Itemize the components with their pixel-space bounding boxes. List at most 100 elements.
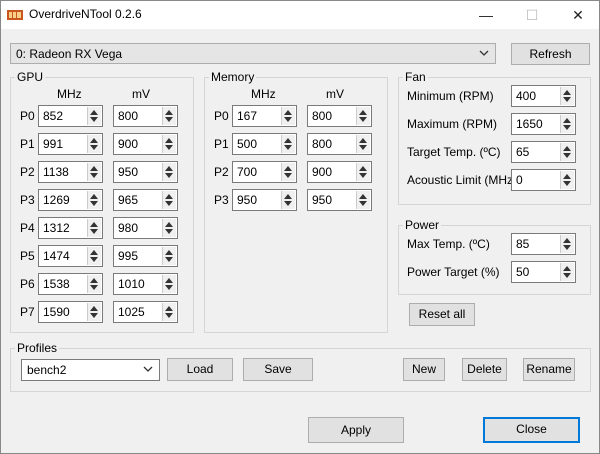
chevron-up-icon[interactable]	[90, 278, 98, 283]
power-setting-1-input[interactable]: 50	[511, 261, 576, 283]
chevron-up-icon[interactable]	[359, 138, 367, 143]
apply-button[interactable]: Apply	[308, 417, 404, 443]
power-setting-1-stepper[interactable]	[560, 263, 574, 281]
chevron-down-icon[interactable]	[563, 153, 571, 158]
gpu-p5-mhz-input[interactable]: 1474	[38, 245, 103, 267]
maximize-button[interactable]: ☐	[509, 1, 555, 29]
chevron-up-icon[interactable]	[165, 194, 173, 199]
chevron-up-icon[interactable]	[165, 138, 173, 143]
gpu-p0-mhz-input[interactable]: 852	[38, 105, 103, 127]
chevron-up-icon[interactable]	[90, 166, 98, 171]
chevron-up-icon[interactable]	[90, 250, 98, 255]
chevron-up-icon[interactable]	[165, 306, 173, 311]
memory-p3-mhz-input[interactable]: 950	[232, 189, 297, 211]
gpu-p2-mv-stepper[interactable]	[162, 163, 176, 181]
minimize-button[interactable]: —	[463, 1, 509, 29]
gpu-p3-mv-input[interactable]: 965	[113, 189, 178, 211]
chevron-up-icon[interactable]	[284, 194, 292, 199]
fan-setting-0-stepper[interactable]	[560, 87, 574, 105]
chevron-up-icon[interactable]	[284, 138, 292, 143]
memory-p0-mv-stepper[interactable]	[356, 107, 370, 125]
close-window-button[interactable]: ✕	[555, 1, 600, 29]
chevron-down-icon[interactable]	[165, 229, 173, 234]
chevron-up-icon[interactable]	[165, 222, 173, 227]
memory-p3-mv-input[interactable]: 950	[307, 189, 372, 211]
chevron-up-icon[interactable]	[563, 90, 571, 95]
fan-setting-3-stepper[interactable]	[560, 171, 574, 189]
save-profile-button[interactable]: Save	[243, 358, 313, 381]
gpu-p5-mv-stepper[interactable]	[162, 247, 176, 265]
chevron-down-icon[interactable]	[165, 285, 173, 290]
fan-setting-2-stepper[interactable]	[560, 143, 574, 161]
close-button[interactable]: Close	[483, 417, 580, 443]
chevron-up-icon[interactable]	[563, 174, 571, 179]
gpu-p7-mv-stepper[interactable]	[162, 303, 176, 321]
gpu-p2-mhz-input[interactable]: 1138	[38, 161, 103, 183]
chevron-down-icon[interactable]	[90, 285, 98, 290]
gpu-p4-mv-input[interactable]: 980	[113, 217, 178, 239]
chevron-down-icon[interactable]	[90, 145, 98, 150]
gpu-p3-mhz-stepper[interactable]	[87, 191, 101, 209]
gpu-p4-mhz-input[interactable]: 1312	[38, 217, 103, 239]
chevron-up-icon[interactable]	[165, 250, 173, 255]
gpu-p5-mv-input[interactable]: 995	[113, 245, 178, 267]
chevron-down-icon[interactable]	[284, 145, 292, 150]
load-profile-button[interactable]: Load	[167, 358, 233, 381]
fan-setting-0-input[interactable]: 400	[511, 85, 576, 107]
chevron-down-icon[interactable]	[359, 201, 367, 206]
reset-all-button[interactable]: Reset all	[409, 303, 475, 326]
chevron-up-icon[interactable]	[90, 110, 98, 115]
memory-p1-mv-stepper[interactable]	[356, 135, 370, 153]
gpu-p0-mv-input[interactable]: 800	[113, 105, 178, 127]
gpu-p2-mv-input[interactable]: 950	[113, 161, 178, 183]
gpu-p1-mv-input[interactable]: 900	[113, 133, 178, 155]
refresh-button[interactable]: Refresh	[511, 43, 590, 65]
chevron-down-icon[interactable]	[165, 313, 173, 318]
chevron-down-icon[interactable]	[284, 117, 292, 122]
chevron-up-icon[interactable]	[563, 266, 571, 271]
fan-setting-2-input[interactable]: 65	[511, 141, 576, 163]
chevron-down-icon[interactable]	[563, 245, 571, 250]
memory-p1-mhz-input[interactable]: 500	[232, 133, 297, 155]
chevron-down-icon[interactable]	[165, 201, 173, 206]
chevron-up-icon[interactable]	[90, 222, 98, 227]
new-profile-button[interactable]: New	[403, 358, 445, 381]
gpu-p6-mhz-input[interactable]: 1538	[38, 273, 103, 295]
profile-select[interactable]: bench2	[21, 359, 160, 381]
gpu-p1-mhz-input[interactable]: 991	[38, 133, 103, 155]
fan-setting-1-input[interactable]: 1650	[511, 113, 576, 135]
gpu-p5-mhz-stepper[interactable]	[87, 247, 101, 265]
memory-p2-mhz-input[interactable]: 700	[232, 161, 297, 183]
gpu-p6-mv-stepper[interactable]	[162, 275, 176, 293]
device-select[interactable]: 0: Radeon RX Vega	[10, 43, 496, 64]
memory-p1-mv-input[interactable]: 800	[307, 133, 372, 155]
memory-p3-mhz-stepper[interactable]	[281, 191, 295, 209]
chevron-up-icon[interactable]	[563, 118, 571, 123]
gpu-p4-mhz-stepper[interactable]	[87, 219, 101, 237]
chevron-up-icon[interactable]	[563, 238, 571, 243]
chevron-down-icon[interactable]	[90, 229, 98, 234]
chevron-up-icon[interactable]	[165, 278, 173, 283]
memory-p0-mhz-stepper[interactable]	[281, 107, 295, 125]
chevron-down-icon[interactable]	[165, 145, 173, 150]
chevron-up-icon[interactable]	[90, 138, 98, 143]
chevron-down-icon[interactable]	[165, 257, 173, 262]
chevron-down-icon[interactable]	[563, 97, 571, 102]
chevron-down-icon[interactable]	[165, 117, 173, 122]
gpu-p3-mv-stepper[interactable]	[162, 191, 176, 209]
gpu-p1-mv-stepper[interactable]	[162, 135, 176, 153]
chevron-down-icon[interactable]	[359, 173, 367, 178]
gpu-p7-mhz-stepper[interactable]	[87, 303, 101, 321]
gpu-p7-mhz-input[interactable]: 1590	[38, 301, 103, 323]
gpu-p1-mhz-stepper[interactable]	[87, 135, 101, 153]
memory-p2-mv-input[interactable]: 900	[307, 161, 372, 183]
chevron-up-icon[interactable]	[359, 166, 367, 171]
chevron-down-icon[interactable]	[165, 173, 173, 178]
memory-p1-mhz-stepper[interactable]	[281, 135, 295, 153]
chevron-up-icon[interactable]	[165, 110, 173, 115]
chevron-down-icon[interactable]	[284, 173, 292, 178]
chevron-up-icon[interactable]	[165, 166, 173, 171]
chevron-down-icon[interactable]	[90, 117, 98, 122]
power-setting-0-input[interactable]: 85	[511, 233, 576, 255]
gpu-p7-mv-input[interactable]: 1025	[113, 301, 178, 323]
